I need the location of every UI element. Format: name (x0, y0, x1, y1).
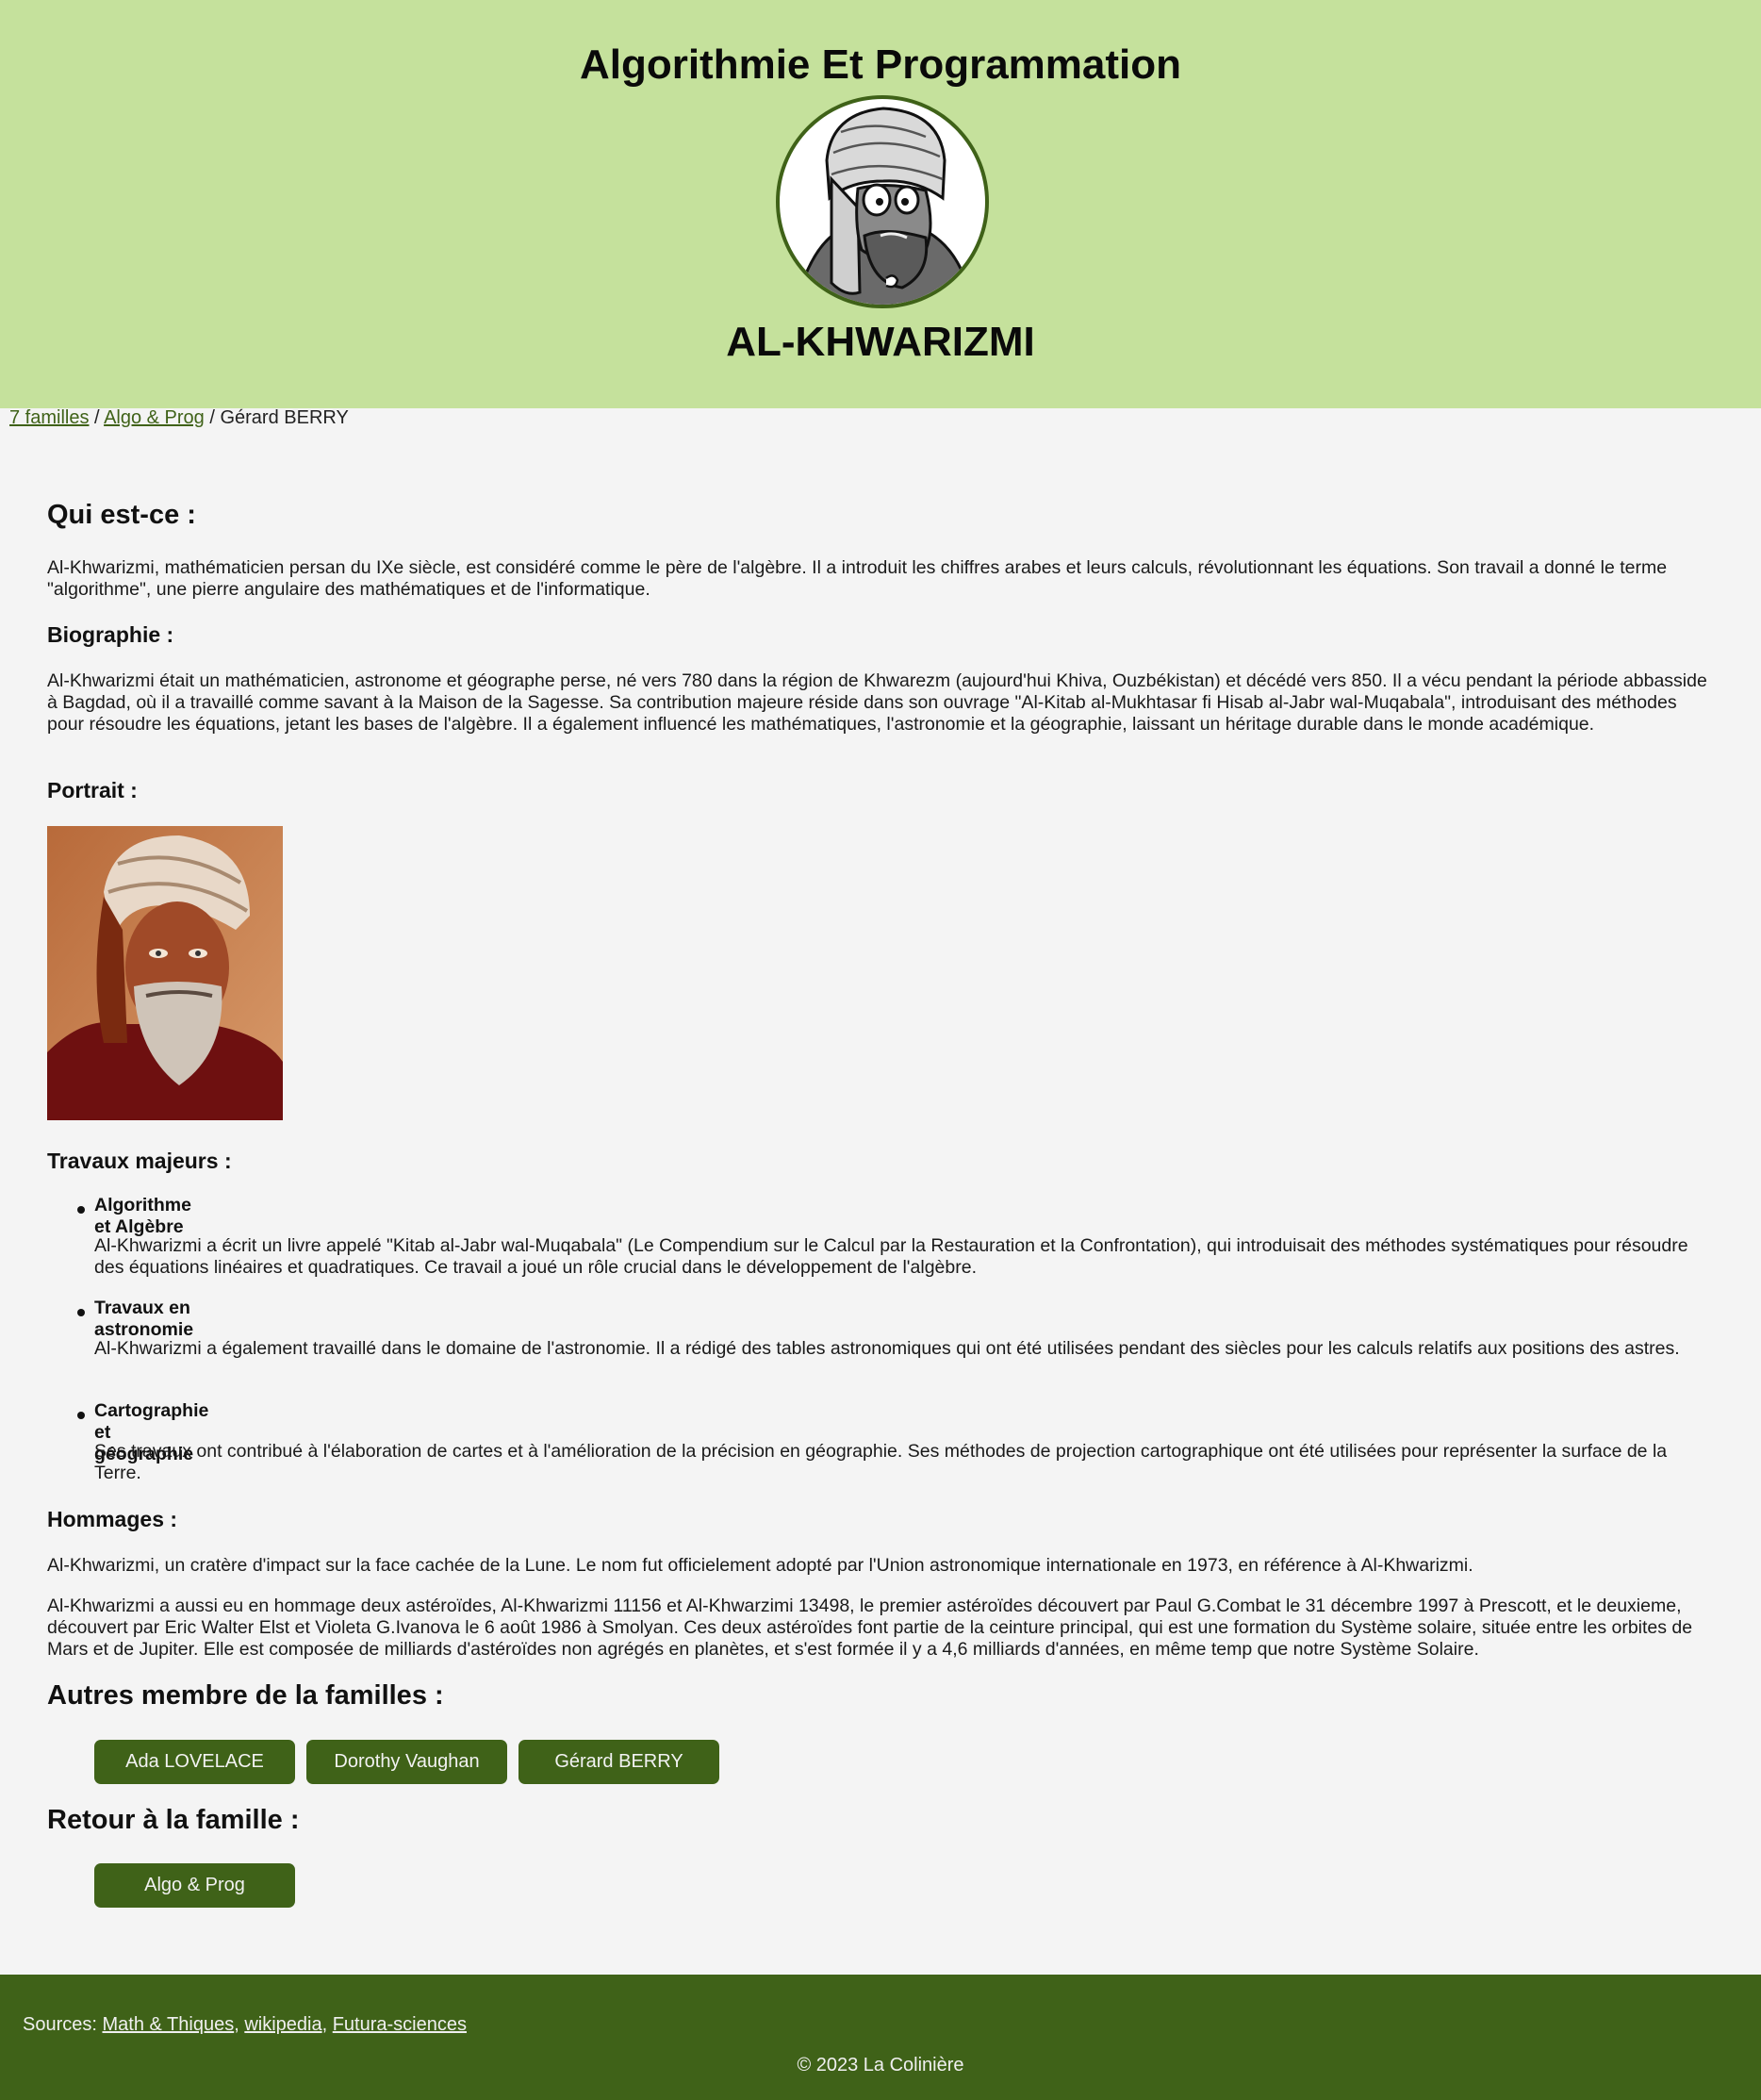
list-bullet (77, 1309, 85, 1316)
tributes-text-crater: Al-Khwarizmi, un cratère d'impact sur la… (47, 1555, 1473, 1576)
family-member-button-ada-lovelace[interactable]: Ada LOVELACE (94, 1740, 295, 1784)
portrait-heading: Portrait : (47, 778, 138, 802)
who-heading: Qui est-ce : (47, 500, 196, 530)
site-title: Algorithmie Et Programmation (579, 41, 1182, 88)
person-name: AL-KHWARIZMI (726, 319, 1035, 365)
site-header: Algorithmie Et Programmation AL-KHWARIZM… (0, 0, 1761, 408)
tributes-text-asteroids: Al-Khwarizmi a aussi eu en hommage deux … (47, 1596, 1693, 1660)
tributes-heading: Hommages : (47, 1507, 178, 1531)
list-bullet (77, 1206, 85, 1214)
back-to-family-button[interactable]: Algo & Prog (94, 1863, 295, 1908)
breadcrumb-current: Gérard BERRY (220, 407, 349, 428)
family-member-button-dorothy-vaughan[interactable]: Dorothy Vaughan (306, 1740, 507, 1784)
site-footer: Sources: Math & Thiques, wikipedia, Futu… (0, 1975, 1761, 2100)
breadcrumb: 7 familles / Algo & Prog / Gérard BERRY (9, 407, 349, 429)
family-member-button-gerard-berry[interactable]: Gérard BERRY (518, 1740, 719, 1784)
work-item-desc: Al-Khwarizmi a écrit un livre appelé "Ki… (94, 1235, 1688, 1278)
breadcrumb-link-families[interactable]: 7 familles (9, 407, 89, 428)
sources-label: Sources: (23, 2014, 103, 2035)
work-item-title: Travaux en astronomie (94, 1298, 194, 1340)
breadcrumb-separator: / (89, 407, 105, 428)
back-heading: Retour à la famille : (47, 1805, 300, 1835)
footer-sources: Sources: Math & Thiques, wikipedia, Futu… (23, 2014, 467, 2036)
source-link-math-thiques[interactable]: Math & Thiques (102, 2014, 234, 2035)
work-item-desc: Al-Khwarizmi a également travaillé dans … (94, 1338, 1680, 1359)
who-text: Al-Khwarizmi, mathématicien persan du IX… (47, 557, 1668, 600)
list-bullet (77, 1412, 85, 1419)
bio-heading: Biographie : (47, 622, 174, 647)
works-heading: Travaux majeurs : (47, 1149, 232, 1173)
breadcrumb-link-family[interactable]: Algo & Prog (104, 407, 205, 428)
work-item-desc: Ses travaux ont contribué à l'élaboratio… (94, 1441, 1668, 1483)
portrait-image (47, 826, 283, 1120)
bio-text: Al-Khwarizmi était un mathématicien, ast… (47, 670, 1707, 735)
source-link-futura-sciences[interactable]: Futura-sciences (333, 2014, 467, 2035)
sources-comma: , (321, 2014, 333, 2035)
cartoon-scholar-avatar-icon (776, 95, 989, 308)
source-link-wikipedia[interactable]: wikipedia (244, 2014, 321, 2035)
sources-comma: , (234, 2014, 245, 2035)
work-item-title: Algorithme et Algèbre (94, 1195, 191, 1237)
footer-copyright: © 2023 La Colinière (797, 2055, 964, 2075)
others-heading: Autres membre de la familles : (47, 1680, 444, 1711)
breadcrumb-separator: / (204, 407, 221, 428)
